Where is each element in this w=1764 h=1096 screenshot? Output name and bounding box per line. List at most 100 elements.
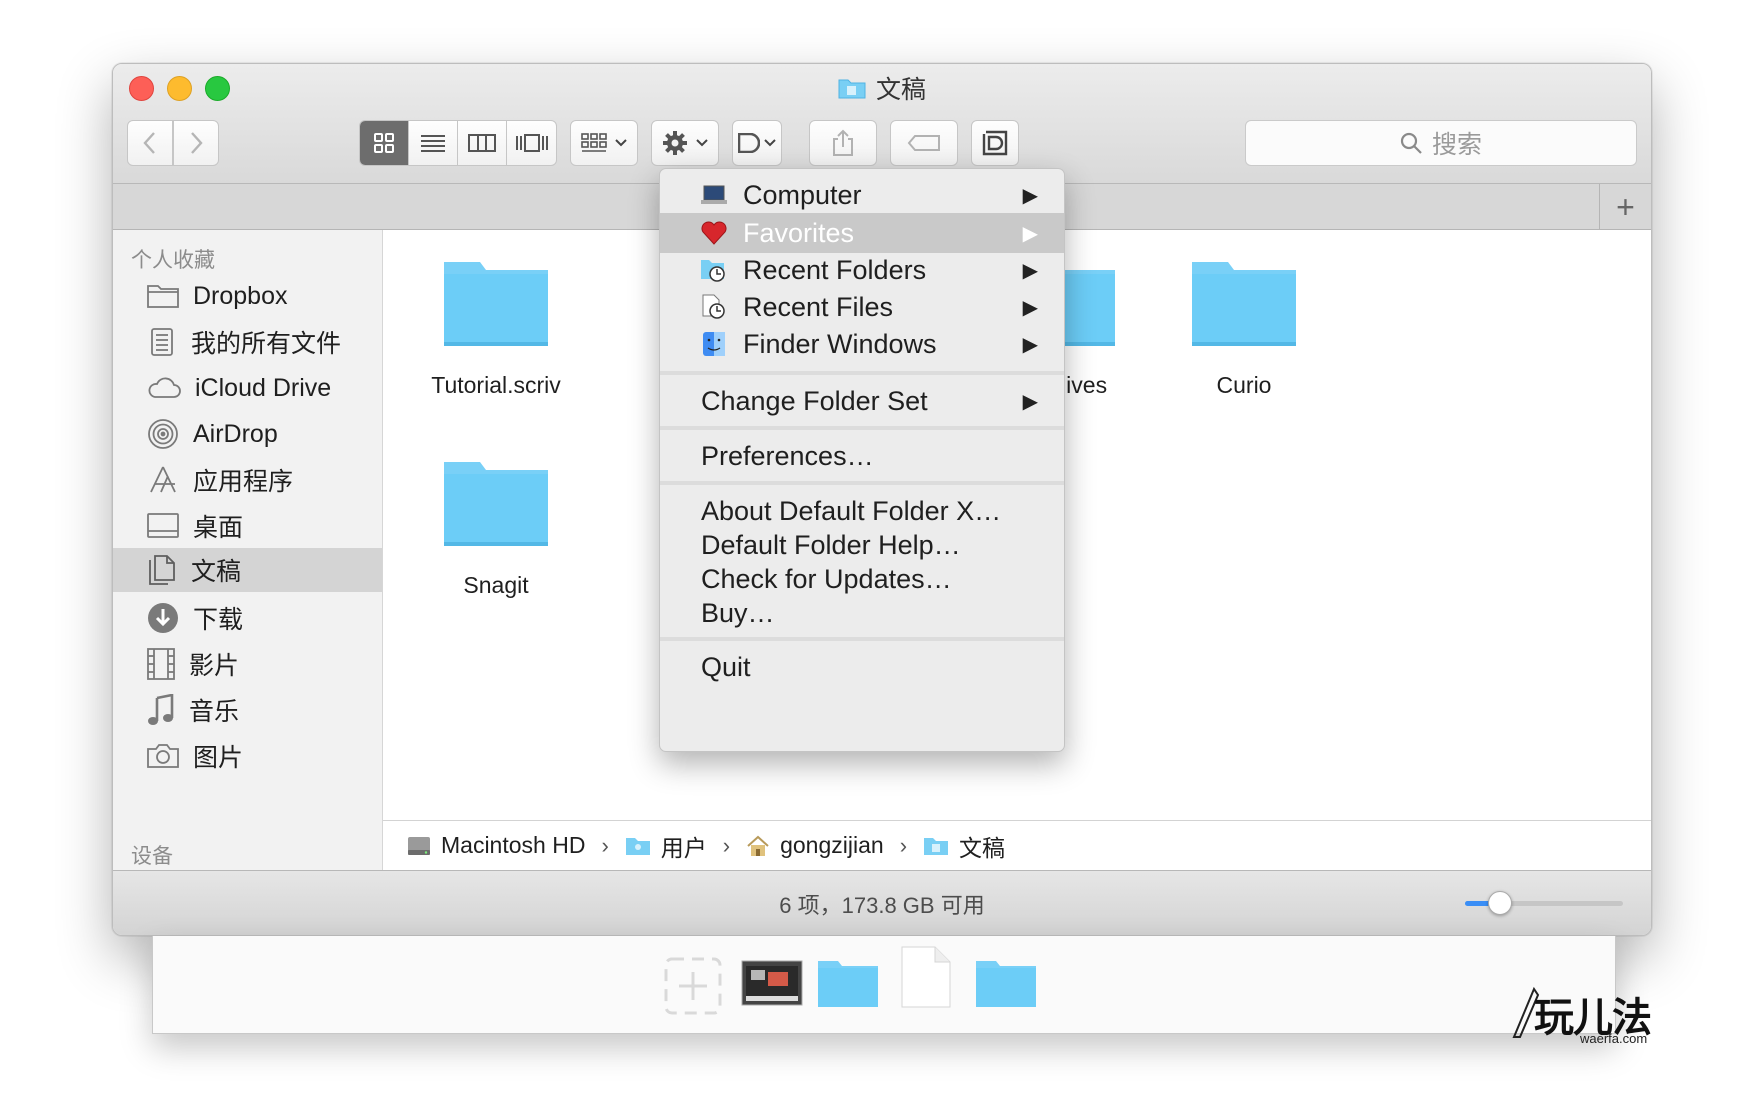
search-icon xyxy=(1400,132,1422,154)
file-item-curio[interactable]: Curio xyxy=(1149,258,1339,399)
path-segment-home[interactable]: gongzijian xyxy=(780,832,884,859)
list-view-icon xyxy=(421,135,446,152)
sidebar-item-icloud-drive[interactable]: iCloud Drive xyxy=(113,364,382,412)
watermark-logo: 玩儿法 waerfa.com xyxy=(1510,985,1670,1046)
column-view-button[interactable] xyxy=(458,121,508,165)
sidebar-item-desktop[interactable]: 桌面 xyxy=(113,502,382,550)
list-view-button[interactable] xyxy=(409,121,459,165)
laptop-icon xyxy=(701,185,727,204)
menu-item-buy[interactable]: Buy… xyxy=(660,593,1064,633)
sidebar-header-favorites: 个人收藏 xyxy=(131,249,215,272)
chevron-down-icon xyxy=(764,139,776,147)
sidebar-item-label: AirDrop xyxy=(193,419,278,448)
path-separator: › xyxy=(899,832,908,858)
menu-separator xyxy=(660,371,1064,375)
music-icon xyxy=(148,694,174,725)
airdrop-icon xyxy=(148,419,178,449)
add-placeholder-icon xyxy=(664,957,722,1015)
default-folder-icon xyxy=(738,133,760,153)
share-button[interactable] xyxy=(809,120,877,166)
default-folder-drawer xyxy=(152,936,1616,1034)
submenu-arrow-icon: ▶ xyxy=(1022,222,1038,245)
sidebar: 个人收藏 Dropbox 我的所有文件 iCloud Drive AirDrop… xyxy=(113,230,383,870)
file-item-tutorial-scriv[interactable]: Tutorial.scriv xyxy=(401,258,591,399)
submenu-arrow-icon: ▶ xyxy=(1022,390,1038,413)
recent-folder-item[interactable] xyxy=(975,958,1037,1008)
sidebar-item-pictures[interactable]: 图片 xyxy=(113,732,382,780)
sidebar-item-label: 应用程序 xyxy=(193,468,294,496)
arrange-button[interactable] xyxy=(570,120,638,166)
column-view-icon xyxy=(468,134,497,152)
film-icon xyxy=(147,648,175,680)
menu-item-preferences[interactable]: Preferences… xyxy=(660,436,1064,476)
plus-icon: + xyxy=(1616,188,1635,225)
title-toolbar: 文稿 搜索 xyxy=(113,64,1651,184)
sidebar-item-label: Dropbox xyxy=(193,281,288,310)
heart-icon xyxy=(701,221,727,245)
menu-item-computer[interactable]: Computer ▶ xyxy=(660,175,1064,215)
slider-knob[interactable] xyxy=(1487,891,1512,915)
sidebar-item-label: 图片 xyxy=(193,744,244,772)
sidebar-item-label: 文稿 xyxy=(191,558,242,586)
sidebar-item-airdrop[interactable]: AirDrop xyxy=(113,410,382,458)
sidebar-item-movies[interactable]: 影片 xyxy=(113,640,382,688)
recent-screenshot-item[interactable] xyxy=(741,960,803,1006)
sidebar-item-label: 下载 xyxy=(193,606,244,634)
chevron-down-icon xyxy=(615,139,627,147)
gear-icon xyxy=(663,131,687,155)
window-title-text: 文稿 xyxy=(875,76,926,104)
menu-item-change-folder-set[interactable]: Change Folder Set ▶ xyxy=(660,381,1064,421)
add-tab-button[interactable]: + xyxy=(1599,184,1651,230)
share-icon xyxy=(833,129,853,156)
grid-view-icon xyxy=(374,133,394,153)
sidebar-item-dropbox[interactable]: Dropbox xyxy=(113,272,382,320)
default-folder-menu: Computer ▶ Favorites ▶ Recent Folders ▶ … xyxy=(659,168,1065,752)
recent-folder-item[interactable] xyxy=(817,958,879,1008)
sidebar-item-music[interactable]: 音乐 xyxy=(113,686,382,734)
cover-flow-icon xyxy=(515,134,548,152)
menu-item-recent-folders[interactable]: Recent Folders ▶ xyxy=(660,250,1064,290)
sidebar-item-all-files[interactable]: 我的所有文件 xyxy=(113,318,382,366)
folder-icon xyxy=(147,285,179,308)
download-icon xyxy=(148,603,178,633)
sidebar-item-label: 音乐 xyxy=(189,698,240,726)
default-folder-quick-button[interactable] xyxy=(971,120,1019,166)
default-folder-document-icon xyxy=(982,130,1008,156)
file-item-snagit[interactable]: Snagit xyxy=(401,458,591,599)
sidebar-item-documents[interactable]: 文稿 xyxy=(113,548,382,592)
cover-flow-button[interactable] xyxy=(507,121,556,165)
menu-item-recent-files[interactable]: Recent Files ▶ xyxy=(660,287,1064,327)
menu-item-quit[interactable]: Quit xyxy=(660,647,1064,687)
recent-document-item[interactable] xyxy=(901,946,951,1008)
action-button[interactable] xyxy=(651,120,719,166)
path-segment-documents[interactable]: 文稿 xyxy=(959,829,1005,863)
screenshot-thumbnail-icon xyxy=(741,960,803,1006)
submenu-arrow-icon: ▶ xyxy=(1022,259,1038,282)
add-favorite-button[interactable] xyxy=(663,956,723,1016)
icon-size-slider[interactable] xyxy=(1465,891,1623,915)
folder-icon xyxy=(976,961,1036,1007)
folder-icon xyxy=(444,462,548,546)
folder-icon xyxy=(444,262,548,346)
default-folder-menu-button[interactable] xyxy=(732,120,782,166)
menu-item-favorites[interactable]: Favorites ▶ xyxy=(660,213,1064,253)
menu-separator xyxy=(660,637,1064,641)
tag-button[interactable] xyxy=(890,120,958,166)
forward-button[interactable] xyxy=(173,120,219,166)
cloud-icon xyxy=(148,377,181,398)
menu-separator xyxy=(660,426,1064,430)
back-button[interactable] xyxy=(127,120,173,166)
sidebar-item-downloads[interactable]: 下载 xyxy=(113,594,382,642)
sidebar-item-label: 我的所有文件 xyxy=(191,330,342,358)
desktop-icon xyxy=(147,513,179,538)
search-field[interactable]: 搜索 xyxy=(1245,120,1637,166)
status-text: 6 项，173.8 GB 可用 xyxy=(779,893,985,918)
sidebar-item-label: 桌面 xyxy=(193,514,244,542)
menu-item-finder-windows[interactable]: Finder Windows ▶ xyxy=(660,324,1064,364)
icon-view-button[interactable] xyxy=(360,121,410,165)
path-segment-macintosh-hd[interactable]: Macintosh HD xyxy=(441,832,585,859)
file-name: Snagit xyxy=(463,572,529,598)
path-segment-users[interactable]: 用户 xyxy=(661,829,707,863)
window-title: 文稿 xyxy=(113,70,1651,106)
sidebar-item-applications[interactable]: 应用程序 xyxy=(113,456,382,504)
